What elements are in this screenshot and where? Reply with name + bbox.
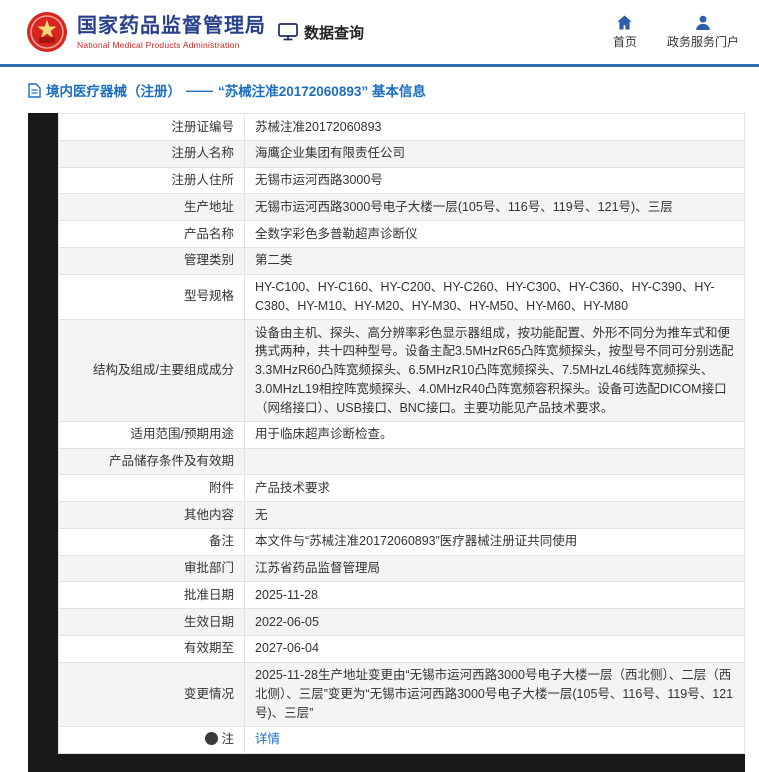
nav-home-label: 首页: [613, 33, 637, 50]
table-row: 附件产品技术要求: [59, 475, 745, 502]
table-row: 产品名称全数字彩色多普勒超声诊断仪: [59, 221, 745, 248]
row-value: 无锡市运河西路3000号: [245, 167, 745, 194]
row-label: 产品名称: [59, 221, 245, 248]
registration-info-table: 注册证编号苏械注准20172060893注册人名称海鹰企业集团有限责任公司注册人…: [58, 113, 745, 754]
table-row: 适用范围/预期用途用于临床超声诊断检查。: [59, 421, 745, 448]
row-label: 附件: [59, 475, 245, 502]
document-icon: [28, 83, 41, 98]
row-value: [245, 448, 745, 475]
row-label: 其他内容: [59, 502, 245, 529]
row-label: 管理类别: [59, 247, 245, 274]
table-row: 其他内容无: [59, 502, 745, 529]
breadcrumb-current: “苏械注准20172060893” 基本信息: [218, 80, 426, 100]
table-panel: 注册证编号苏械注准20172060893注册人名称海鹰企业集团有限责任公司注册人…: [28, 113, 745, 772]
table-row: 型号规格HY-C100、HY-C160、HY-C200、HY-C260、HY-C…: [59, 274, 745, 320]
table-row: 生产地址无锡市运河西路3000号电子大楼一层(105号、116号、119号、12…: [59, 194, 745, 221]
row-label: 备注: [59, 528, 245, 555]
row-label: 注册证编号: [59, 114, 245, 141]
row-value: 2022-06-05: [245, 609, 745, 636]
table-row: 结构及组成/主要组成成分设备由主机、探头、高分辨率彩色显示器组成，按功能配置、外…: [59, 320, 745, 422]
row-value: 本文件与“苏械注准20172060893”医疗器械注册证共同使用: [245, 528, 745, 555]
row-value: 设备由主机、探头、高分辨率彩色显示器组成，按功能配置、外形不同分为推车式和便携式…: [245, 320, 745, 422]
row-value: 2027-06-04: [245, 635, 745, 662]
row-value: 无: [245, 502, 745, 529]
header: 国家药品监督管理局 National Medical Products Admi…: [0, 0, 759, 64]
data-query-label: 数据查询: [304, 22, 364, 43]
row-value: 江苏省药品监督管理局: [245, 555, 745, 582]
monitor-icon: [278, 23, 298, 41]
row-label: 适用范围/预期用途: [59, 421, 245, 448]
row-value: HY-C100、HY-C160、HY-C200、HY-C260、HY-C300、…: [245, 274, 745, 320]
nav-home[interactable]: 首页: [613, 15, 637, 50]
info-table-body: 注册证编号苏械注准20172060893注册人名称海鹰企业集团有限责任公司注册人…: [59, 114, 745, 754]
table-row: 有效期至2027-06-04: [59, 635, 745, 662]
table-row: 注册证编号苏械注准20172060893: [59, 114, 745, 141]
table-row: 生效日期2022-06-05: [59, 609, 745, 636]
note-icon: [205, 732, 218, 745]
row-label: 注册人名称: [59, 140, 245, 167]
note-label-cell: 注: [59, 726, 245, 753]
table-row: 注册人住所无锡市运河西路3000号: [59, 167, 745, 194]
table-row: 产品储存条件及有效期: [59, 448, 745, 475]
note-row: 注 详情: [59, 726, 745, 753]
row-label: 生产地址: [59, 194, 245, 221]
row-label: 审批部门: [59, 555, 245, 582]
row-label: 变更情况: [59, 662, 245, 726]
row-label: 生效日期: [59, 609, 245, 636]
row-label: 注册人住所: [59, 167, 245, 194]
row-value: 2025-11-28生产地址变更由“无锡市运河西路3000号电子大楼一层（西北侧…: [245, 662, 745, 726]
note-label: 注: [221, 732, 234, 746]
breadcrumb-dash: ——: [186, 83, 213, 98]
note-value-cell: 详情: [245, 726, 745, 753]
nav-portal-label: 政务服务门户: [667, 33, 739, 50]
table-row: 变更情况2025-11-28生产地址变更由“无锡市运河西路3000号电子大楼一层…: [59, 662, 745, 726]
data-query-button[interactable]: 数据查询: [278, 22, 364, 43]
table-row: 管理类别第二类: [59, 247, 745, 274]
row-value: 第二类: [245, 247, 745, 274]
agency-title-block: 国家药品监督管理局 National Medical Products Admi…: [77, 15, 266, 50]
breadcrumb: 境内医疗器械（注册） —— “苏械注准20172060893” 基本信息: [0, 67, 759, 111]
row-value: 无锡市运河西路3000号电子大楼一层(105号、116号、119号、121号)、…: [245, 194, 745, 221]
row-label: 结构及组成/主要组成成分: [59, 320, 245, 422]
table-row: 批准日期2025-11-28: [59, 582, 745, 609]
row-value: 海鹰企业集团有限责任公司: [245, 140, 745, 167]
agency-name-cn: 国家药品监督管理局: [77, 15, 266, 38]
detail-link[interactable]: 详情: [255, 732, 280, 746]
row-label: 批准日期: [59, 582, 245, 609]
row-value: 全数字彩色多普勒超声诊断仪: [245, 221, 745, 248]
row-label: 型号规格: [59, 274, 245, 320]
row-value: 产品技术要求: [245, 475, 745, 502]
row-value: 用于临床超声诊断检查。: [245, 421, 745, 448]
table-row: 备注本文件与“苏械注准20172060893”医疗器械注册证共同使用: [59, 528, 745, 555]
row-value: 苏械注准20172060893: [245, 114, 745, 141]
user-icon: [695, 15, 711, 30]
nav-portal[interactable]: 政务服务门户: [667, 15, 739, 50]
row-label: 有效期至: [59, 635, 245, 662]
row-label: 产品储存条件及有效期: [59, 448, 245, 475]
header-nav: 首页 政务服务门户: [613, 15, 747, 50]
table-row: 注册人名称海鹰企业集团有限责任公司: [59, 140, 745, 167]
agency-name-en: National Medical Products Administration: [77, 40, 266, 50]
breadcrumb-section[interactable]: 境内医疗器械（注册）: [46, 80, 181, 100]
home-icon: [616, 15, 633, 30]
row-value: 2025-11-28: [245, 582, 745, 609]
table-row: 审批部门江苏省药品监督管理局: [59, 555, 745, 582]
nmpa-emblem-logo: [26, 11, 68, 53]
